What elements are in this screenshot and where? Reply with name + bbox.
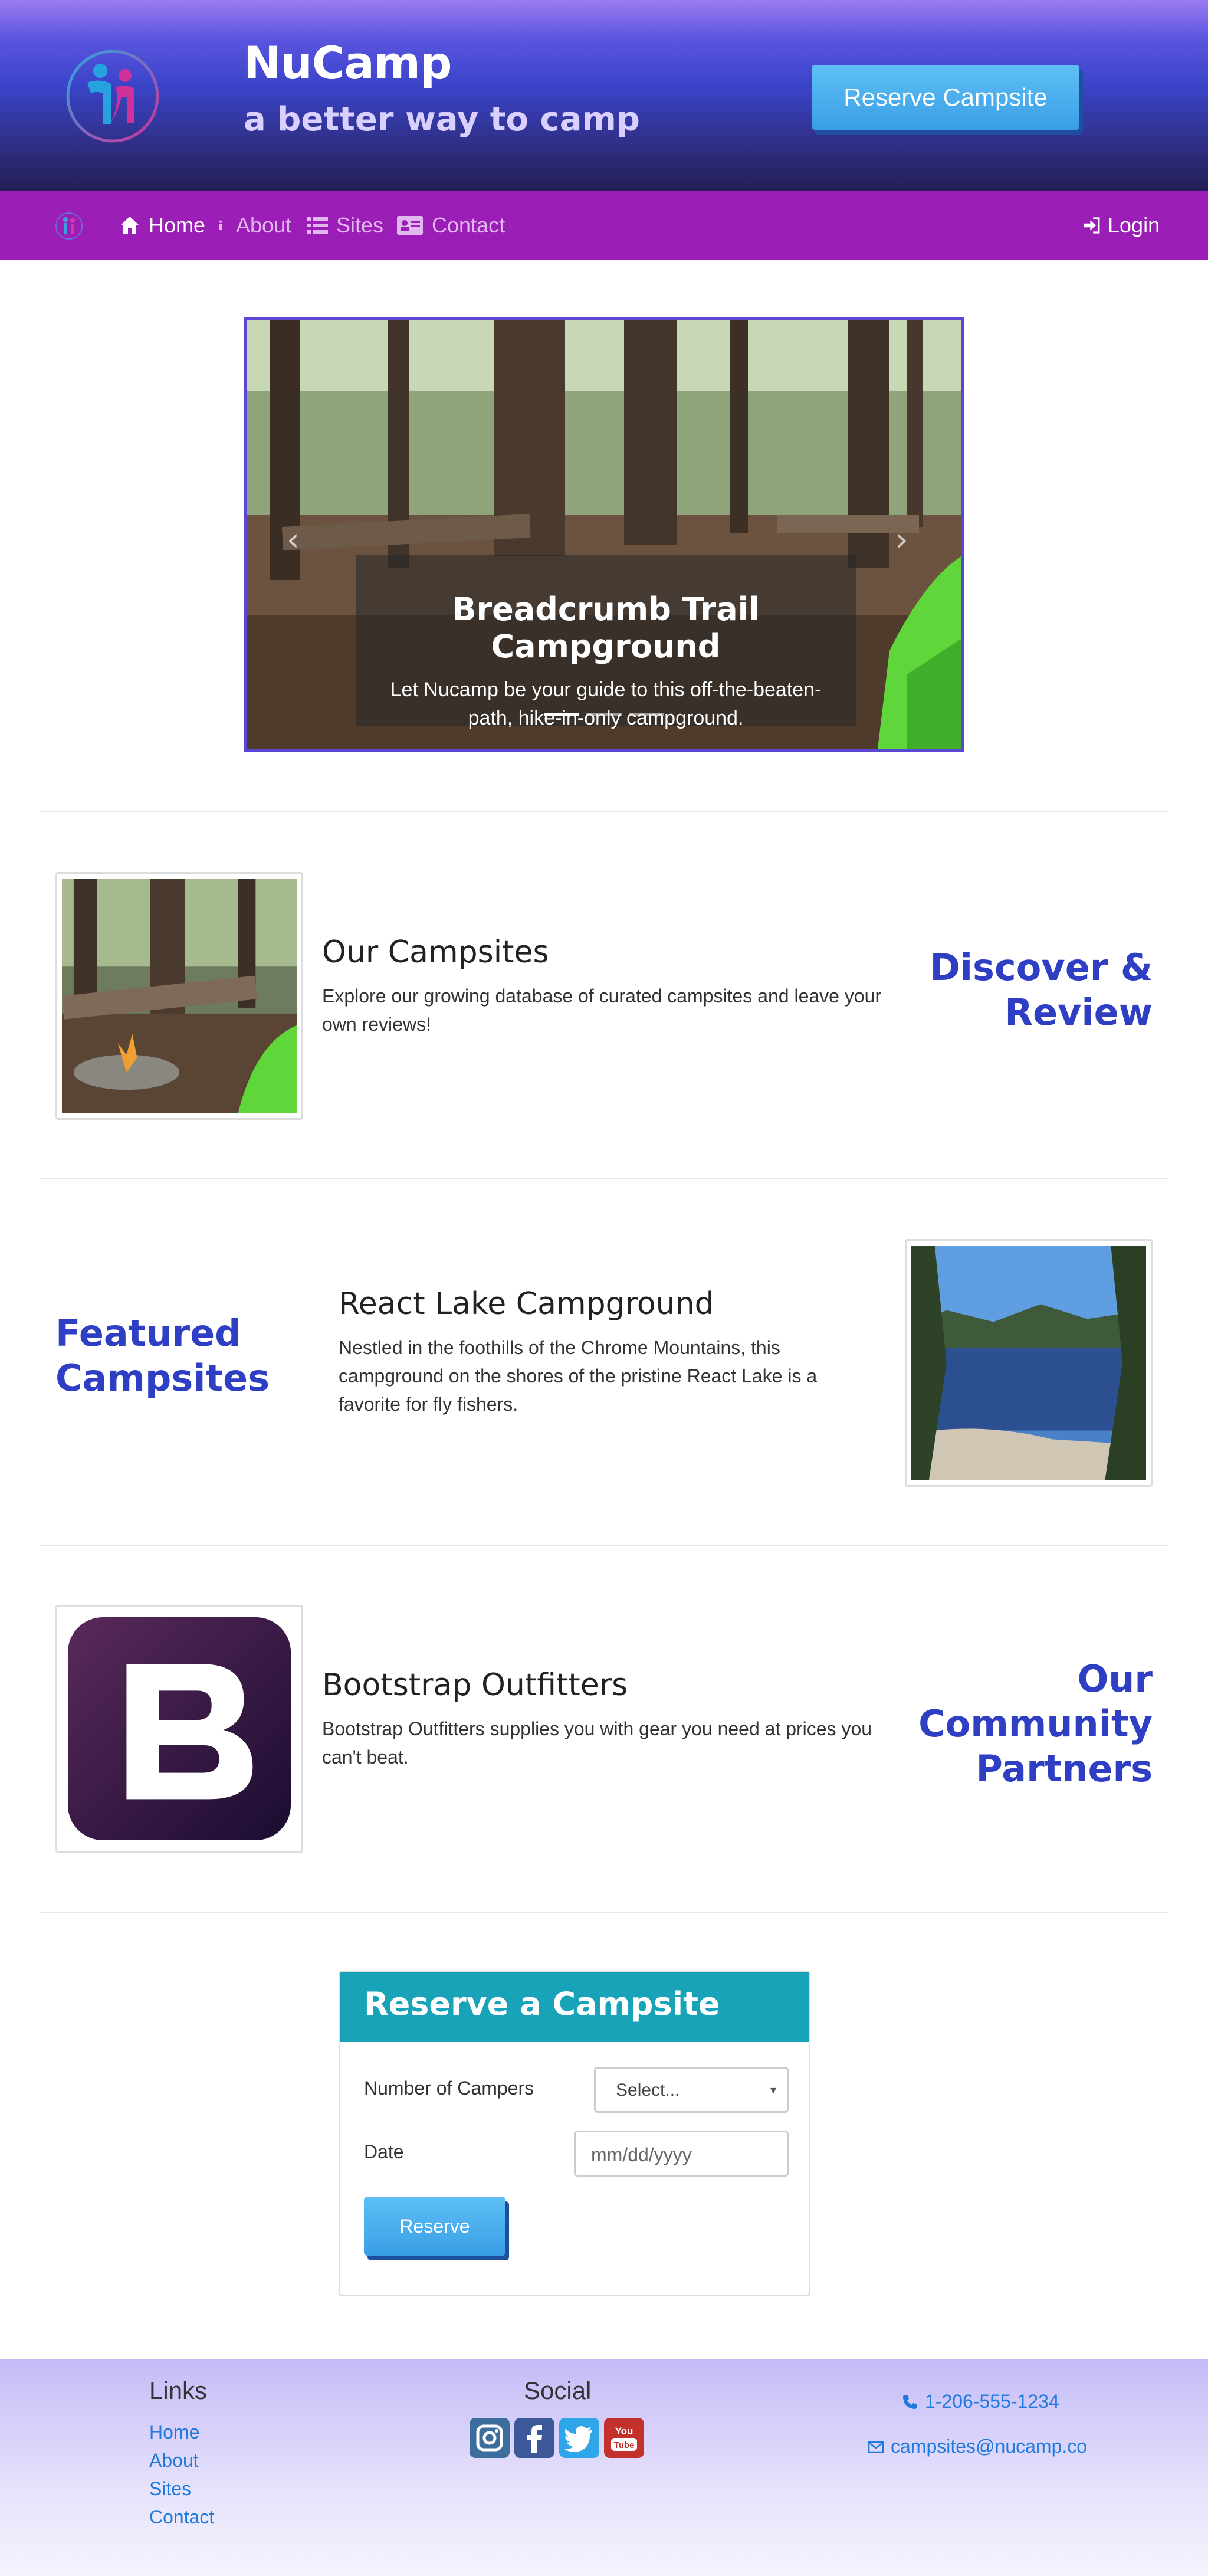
partner-thumbnail xyxy=(55,1605,303,1853)
youtube-icon: You Tube xyxy=(604,2418,644,2458)
instagram-button[interactable] xyxy=(470,2418,510,2458)
carousel-caption: Breadcrumb Trail Campground Let Nucamp b… xyxy=(356,555,856,729)
phone-text: 1-206-555-1234 xyxy=(925,2391,1059,2412)
date-label: Date xyxy=(364,2141,404,2162)
footer-link-about[interactable]: About xyxy=(149,2450,199,2472)
phone-link[interactable]: 1-206-555-1234 xyxy=(901,2391,1059,2413)
reserve-submit-button[interactable]: Reserve xyxy=(364,2197,505,2256)
email-link[interactable]: campsites@nucamp.co xyxy=(867,2436,1087,2457)
carousel-indicator[interactable] xyxy=(628,713,664,716)
bootstrap-logo xyxy=(67,1617,291,1841)
login-label: Login xyxy=(1108,213,1160,237)
address-card-icon xyxy=(397,216,423,235)
nucamp-logo xyxy=(66,50,159,143)
lake-image xyxy=(911,1246,1146,1480)
tagline: a better way to camp xyxy=(244,100,640,139)
campers-label: Number of Campers xyxy=(364,2077,534,2099)
campsites-heading: Our Campsites xyxy=(322,935,549,970)
featured-text: Nestled in the foothills of the Chrome M… xyxy=(339,1337,818,1415)
jumbotron: NuCamp a better way to camp Reserve Camp… xyxy=(0,0,1208,191)
campfire-image xyxy=(62,879,297,1113)
brand-title: NuCamp xyxy=(244,37,452,89)
youtube-button[interactable]: You Tube xyxy=(604,2418,644,2458)
carousel-indicators xyxy=(247,713,961,716)
svg-text:Tube: Tube xyxy=(614,2440,635,2450)
twitter-button[interactable] xyxy=(559,2418,599,2458)
footer-link-contact[interactable]: Contact xyxy=(149,2506,214,2528)
reserve-card-title: Reserve a Campsite xyxy=(340,1972,809,2042)
list-icon xyxy=(307,217,328,234)
carousel-text: Let Nucamp be your guide to this off-the… xyxy=(390,679,822,729)
reserve-campsite-button[interactable]: Reserve Campsite xyxy=(812,65,1079,130)
chevron-down-icon: ▾ xyxy=(770,2084,776,2097)
partners-text: Bootstrap Outfitters supplies you with g… xyxy=(322,1718,872,1768)
instagram-icon xyxy=(470,2418,510,2458)
nav-about[interactable]: About xyxy=(218,209,291,242)
nav-home-label: Home xyxy=(149,213,206,237)
partners-heading: Bootstrap Outfitters xyxy=(322,1667,628,1703)
reserve-card: Reserve a Campsite Number of Campers Sel… xyxy=(339,1971,810,2296)
divider xyxy=(40,1912,1168,1913)
carousel-indicator[interactable] xyxy=(586,713,622,716)
navbar: Home About Sites Contact Login xyxy=(0,191,1208,260)
login-button[interactable]: Login xyxy=(1082,209,1160,242)
facebook-button[interactable] xyxy=(514,2418,554,2458)
nav-sites[interactable]: Sites xyxy=(306,209,383,242)
twitter-icon xyxy=(559,2418,599,2458)
community-partners-title: Our Community Partners xyxy=(918,1657,1153,1790)
phone-icon xyxy=(903,2394,917,2409)
nav-home[interactable]: Home xyxy=(118,209,205,242)
footer-link-sites[interactable]: Sites xyxy=(149,2478,191,2500)
carousel: ‹ › Breadcrumb Trail Campground Let Nuca… xyxy=(244,317,964,752)
nav-sites-label: Sites xyxy=(336,213,384,237)
carousel-indicator[interactable] xyxy=(543,713,579,716)
facebook-icon xyxy=(514,2418,554,2458)
svg-text:You: You xyxy=(615,2426,633,2437)
nav-about-label: About xyxy=(236,213,292,237)
featured-heading: React Lake Campground xyxy=(339,1286,714,1322)
social-heading: Social xyxy=(524,2377,592,2404)
envelope-icon xyxy=(868,2441,884,2453)
featured-campsites-title: Featured Campsites xyxy=(55,1312,270,1400)
info-icon xyxy=(219,220,222,231)
carousel-next-icon[interactable]: › xyxy=(895,521,908,558)
date-field[interactable]: mm/dd/yyyy xyxy=(574,2131,789,2177)
featured-thumbnail xyxy=(905,1239,1153,1487)
links-heading: Links xyxy=(149,2377,208,2404)
campsite-thumbnail xyxy=(55,872,303,1120)
nav-logo-icon[interactable] xyxy=(54,211,84,241)
carousel-prev-icon[interactable]: ‹ xyxy=(287,521,300,558)
carousel-title: Breadcrumb Trail Campground xyxy=(452,591,760,665)
home-icon xyxy=(120,217,139,234)
discover-review-title: Discover & Review xyxy=(930,946,1153,1034)
divider xyxy=(40,1545,1168,1546)
sign-in-icon xyxy=(1084,217,1100,234)
nav-contact-label: Contact xyxy=(432,213,505,237)
divider xyxy=(40,1178,1168,1179)
email-text: campsites@nucamp.co xyxy=(891,2436,1088,2457)
campers-select-value: Select... xyxy=(616,2080,680,2100)
campers-select[interactable]: Select... ▾ xyxy=(594,2067,789,2113)
divider xyxy=(40,811,1168,812)
campsites-text: Explore our growing database of curated … xyxy=(322,985,882,1035)
footer-link-home[interactable]: Home xyxy=(149,2421,199,2443)
nav-contact[interactable]: Contact xyxy=(395,209,505,242)
